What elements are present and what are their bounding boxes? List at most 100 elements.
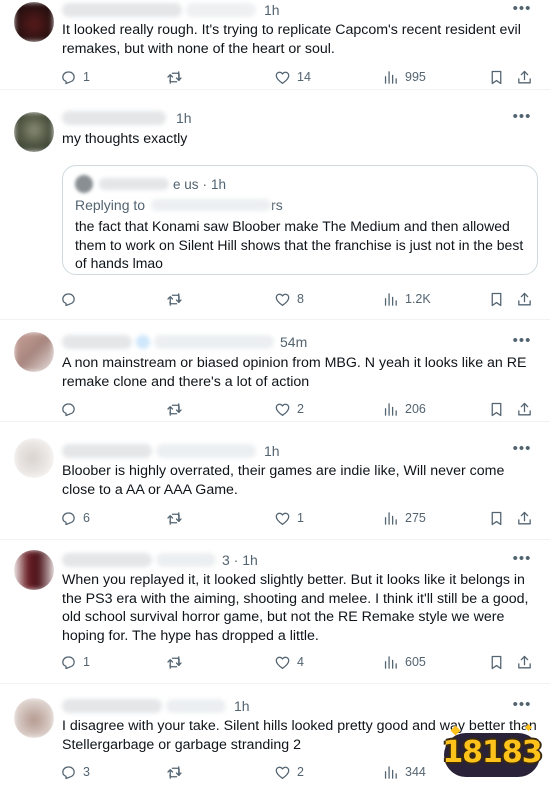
share-button[interactable] [516, 507, 533, 529]
bookmark-button[interactable] [488, 398, 505, 420]
like-count: 2 [297, 402, 304, 416]
more-options-icon[interactable]: ••• [512, 1, 532, 18]
repost-button[interactable] [166, 288, 189, 310]
post-time[interactable]: 1h [234, 698, 250, 714]
post-time[interactable]: 3 · 1h [222, 552, 258, 568]
reply-button[interactable]: 1 [60, 651, 90, 673]
quoted-post-text: the fact that Konami saw Bloober make Th… [75, 218, 524, 271]
replying-to-handle[interactable]: rs [271, 197, 283, 213]
reply-icon [60, 401, 77, 418]
post-actions: 1 4 605 [58, 651, 538, 673]
views-button[interactable]: 1.2K [382, 288, 431, 310]
views-button[interactable]: 275 [382, 507, 426, 529]
like-button[interactable]: 1 [274, 507, 304, 529]
sparkle-icon [524, 723, 533, 732]
reply-button[interactable]: 3 [60, 761, 90, 783]
share-button[interactable] [516, 398, 533, 420]
repost-button[interactable] [166, 761, 189, 783]
view-count: 1.2K [405, 292, 431, 306]
views-button[interactable]: 344 [382, 761, 426, 783]
bookmark-icon [488, 654, 505, 671]
repost-icon [166, 401, 183, 418]
more-options-icon[interactable]: ••• [512, 551, 532, 568]
share-button[interactable] [516, 651, 533, 673]
more-options-icon[interactable]: ••• [512, 697, 532, 714]
views-icon [382, 69, 399, 86]
reply-button[interactable] [60, 288, 83, 310]
like-button[interactable]: 8 [274, 288, 304, 310]
post-time[interactable]: 1h [176, 110, 192, 126]
post-time[interactable]: 1h [264, 443, 280, 459]
share-icon [516, 510, 533, 527]
bookmark-button[interactable] [488, 507, 505, 529]
view-count: 206 [405, 402, 426, 416]
repost-button[interactable] [166, 66, 189, 88]
separator: · [202, 176, 208, 192]
views-button[interactable]: 995 [382, 66, 426, 88]
post[interactable]: 54m ••• A non mainstream or biased opini… [0, 322, 550, 422]
avatar[interactable] [14, 438, 54, 478]
reply-count: 1 [83, 655, 90, 669]
view-count: 344 [405, 765, 426, 779]
post[interactable]: 3 · 1h ••• When you replayed it, it look… [0, 542, 550, 684]
share-button[interactable] [516, 288, 533, 310]
post-actions: 2 206 [58, 398, 538, 420]
replying-to-label: Replying to [75, 197, 146, 213]
avatar[interactable] [14, 698, 54, 738]
repost-button[interactable] [166, 507, 189, 529]
watermark-text: 18183 [442, 735, 542, 770]
more-options-icon[interactable]: ••• [512, 441, 532, 458]
post-header: 54m [62, 332, 307, 352]
post-text: When you replayed it, it looked slightly… [62, 572, 529, 644]
more-options-icon[interactable]: ••• [512, 333, 532, 350]
post-header: 1h [62, 696, 250, 716]
post-text: Bloober is highly overrated, their games… [62, 463, 505, 498]
post-actions: 1 14 995 [58, 66, 538, 88]
like-count: 14 [297, 70, 311, 84]
post-time[interactable]: 54m [280, 334, 307, 350]
post-actions: 8 1.2K [58, 288, 538, 310]
post-text: A non mainstream or biased opinion from … [62, 355, 527, 390]
views-button[interactable]: 605 [382, 651, 426, 673]
like-button[interactable]: 2 [274, 398, 304, 420]
bookmark-button[interactable] [488, 651, 505, 673]
repost-button[interactable] [166, 398, 189, 420]
quoted-time[interactable]: 1h [211, 177, 226, 192]
like-button[interactable]: 2 [274, 761, 304, 783]
avatar[interactable] [14, 112, 54, 152]
reply-icon [60, 654, 77, 671]
reply-button[interactable] [60, 398, 83, 420]
avatar[interactable] [14, 2, 54, 42]
quoted-handle: e us [173, 176, 199, 192]
repost-icon [166, 510, 183, 527]
share-button[interactable] [516, 66, 533, 88]
post[interactable]: 1h ••• Bloober is highly overrated, thei… [0, 432, 550, 540]
reply-button[interactable]: 1 [60, 66, 90, 88]
redacted-handle [154, 335, 274, 349]
like-button[interactable]: 14 [274, 66, 311, 88]
more-options-icon[interactable]: ••• [512, 109, 532, 126]
views-button[interactable]: 206 [382, 398, 426, 420]
views-icon [382, 654, 399, 671]
avatar[interactable] [14, 332, 54, 372]
post-time[interactable]: 1h [264, 2, 280, 18]
view-count: 275 [405, 511, 426, 525]
share-icon [516, 69, 533, 86]
bookmark-button[interactable] [488, 66, 505, 88]
reply-icon [60, 510, 77, 527]
share-icon [516, 401, 533, 418]
post[interactable]: 1h ••• It looked really rough. It's tryi… [0, 0, 550, 90]
reply-icon [60, 764, 77, 781]
avatar[interactable] [14, 550, 54, 590]
quoted-post[interactable]: e us · 1h Replying to rs the fact that K… [62, 165, 538, 275]
reply-button[interactable]: 6 [60, 507, 90, 529]
heart-icon [274, 510, 291, 527]
post[interactable]: 1h ••• my thoughts exactly e us · 1h Rep… [0, 100, 550, 320]
like-button[interactable]: 4 [274, 651, 304, 673]
heart-icon [274, 401, 291, 418]
bookmark-button[interactable] [488, 288, 505, 310]
like-count: 8 [297, 292, 304, 306]
reply-count: 3 [83, 765, 90, 779]
repost-button[interactable] [166, 651, 189, 673]
quoted-avatar [75, 175, 93, 193]
